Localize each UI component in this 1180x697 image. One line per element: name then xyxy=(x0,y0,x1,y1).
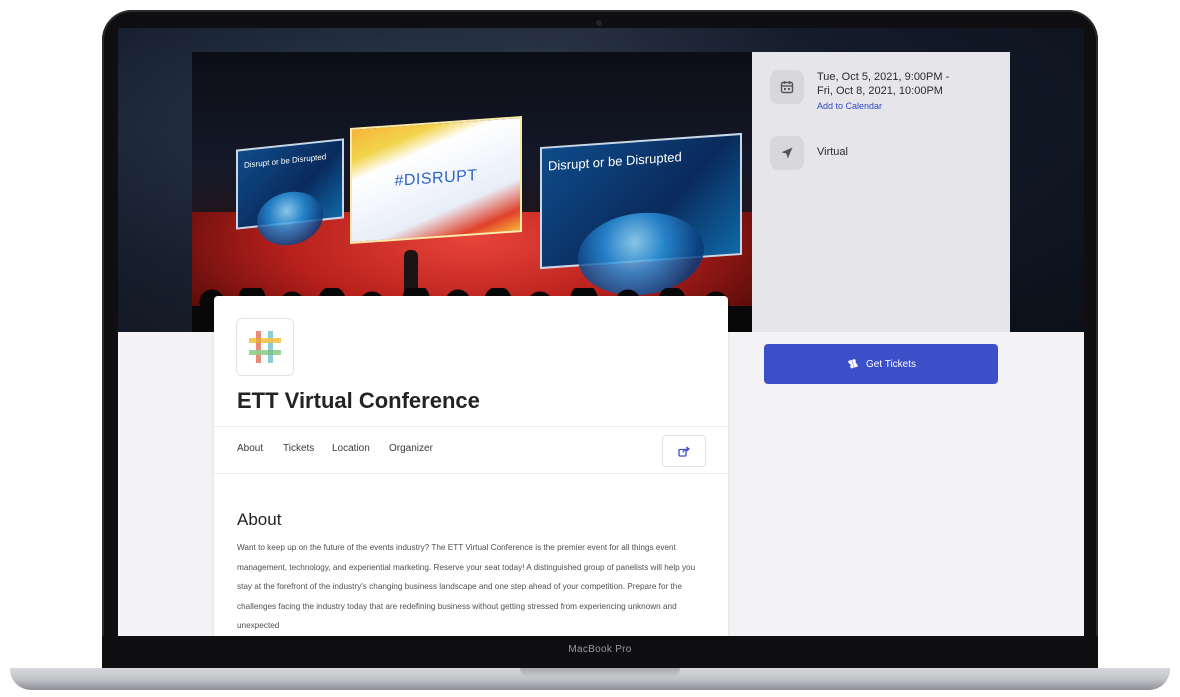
event-info-panel: Tue, Oct 5, 2021, 9:00PM - Fri, Oct 8, 2… xyxy=(752,52,1010,332)
tab-organizer[interactable]: Organizer xyxy=(389,443,433,454)
left-screen-caption: Disrupt or be Disrupted xyxy=(244,152,327,170)
about-description: Want to keep up on the future of the eve… xyxy=(237,543,696,630)
right-screen-caption: Disrupt or be Disrupted xyxy=(548,149,682,174)
laptop-screen: Disrupt or be Disrupted #DISRUPT Disrupt… xyxy=(118,28,1084,636)
tab-tickets[interactable]: Tickets xyxy=(283,443,314,454)
share-button[interactable] xyxy=(662,435,706,467)
location-arrow-icon xyxy=(770,136,804,170)
calendar-icon xyxy=(770,70,804,104)
model-label: MacBook Pro xyxy=(568,644,632,655)
location-row: Virtual xyxy=(770,136,848,170)
add-to-calendar-link[interactable]: Add to Calendar xyxy=(817,99,949,113)
event-card: ETT Virtual Conference About Tickets Loc… xyxy=(214,296,728,636)
get-tickets-label: Get Tickets xyxy=(865,358,916,370)
left-stage-screen: Disrupt or be Disrupted xyxy=(236,138,344,249)
laptop-base xyxy=(10,668,1170,690)
event-location: Virtual xyxy=(817,146,848,158)
base-notch xyxy=(520,668,680,677)
about-heading: About xyxy=(237,510,282,529)
event-title: ETT Virtual Conference xyxy=(237,388,480,413)
event-logo xyxy=(236,318,294,376)
laptop-chin: MacBook Pro xyxy=(102,636,1098,670)
date-start: Tue, Oct 5, 2021, 9:00PM - xyxy=(817,71,950,83)
event-hero-image: Disrupt or be Disrupted #DISRUPT Disrupt… xyxy=(192,52,752,332)
tab-location[interactable]: Location xyxy=(332,443,370,454)
date-row: Tue, Oct 5, 2021, 9:00PM - Fri, Oct 8, 2… xyxy=(770,70,949,113)
tab-about[interactable]: About xyxy=(237,443,263,454)
get-tickets-button[interactable]: Get Tickets xyxy=(764,344,998,384)
center-screen-caption: #DISRUPT xyxy=(394,167,478,190)
event-date: Tue, Oct 5, 2021, 9:00PM - Fri, Oct 8, 2… xyxy=(817,70,949,113)
share-icon xyxy=(678,445,690,457)
event-tabs: About Tickets Location Organizer xyxy=(214,426,728,474)
right-stage-screen: Disrupt or be Disrupted xyxy=(540,132,742,300)
date-end: Fri, Oct 8, 2021, 10:00PM xyxy=(817,85,943,97)
camera-dot xyxy=(596,20,602,26)
center-stage-screen: #DISRUPT xyxy=(350,115,522,245)
ticket-icon xyxy=(847,359,858,369)
